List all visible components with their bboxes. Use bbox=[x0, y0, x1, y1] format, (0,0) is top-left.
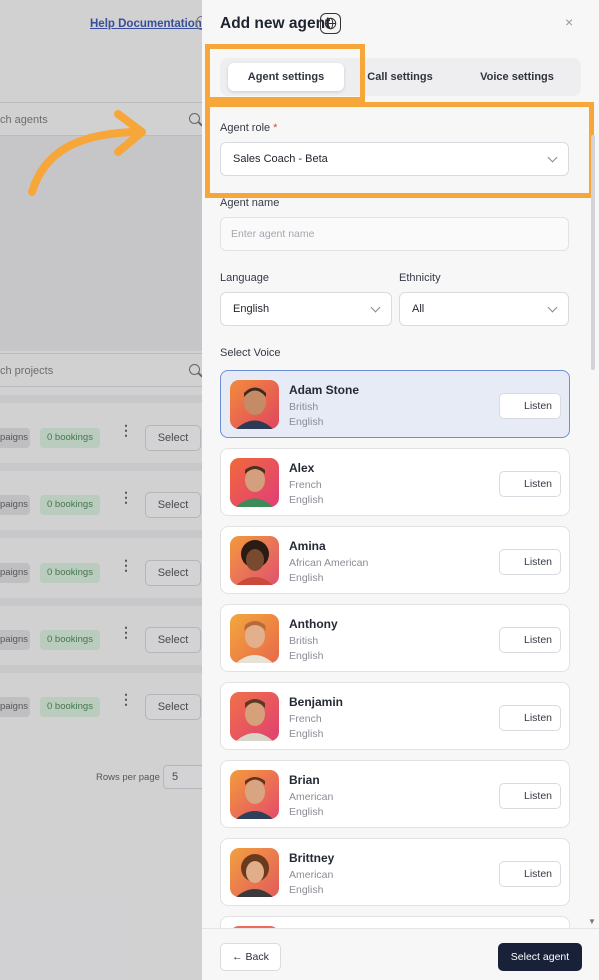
avatar bbox=[230, 536, 279, 585]
voice-card-amina[interactable]: Amina African American English Listen bbox=[220, 526, 570, 594]
voice-accent: French bbox=[289, 713, 322, 725]
close-icon[interactable]: × bbox=[565, 14, 573, 30]
avatar bbox=[230, 380, 279, 429]
voice-card-alex[interactable]: Alex French English Listen bbox=[220, 448, 570, 516]
avatar bbox=[230, 614, 279, 663]
agent-role-select[interactable]: Sales Coach - Beta bbox=[220, 142, 569, 176]
voice-name: Adam Stone bbox=[289, 383, 360, 397]
scrollbar-thumb[interactable] bbox=[591, 135, 595, 370]
voice-language: English bbox=[289, 650, 324, 662]
tab-highlight-box bbox=[205, 44, 365, 102]
required-mark: * bbox=[273, 122, 278, 134]
voice-card-benjamin[interactable]: Benjamin French English Listen bbox=[220, 682, 570, 750]
voice-accent: British bbox=[289, 401, 319, 413]
voice-language: English bbox=[289, 416, 324, 428]
select-agent-button[interactable]: Select agent bbox=[498, 943, 582, 971]
ethnicity-select[interactable]: All bbox=[399, 292, 569, 326]
agent-name-label: Agent name bbox=[220, 197, 280, 209]
listen-button[interactable]: Listen bbox=[499, 471, 561, 497]
avatar bbox=[230, 692, 279, 741]
avatar bbox=[230, 458, 279, 507]
add-agent-drawer: Add new agent × Agent settings Call sett… bbox=[202, 0, 599, 980]
avatar bbox=[230, 770, 279, 819]
avatar bbox=[230, 848, 279, 897]
listen-button[interactable]: Listen bbox=[499, 705, 561, 731]
voice-accent: French bbox=[289, 479, 322, 491]
tab-voice-settings[interactable]: Voice settings bbox=[460, 63, 574, 91]
language-select[interactable]: English bbox=[220, 292, 392, 326]
drawer-footer: ← Back Select agent bbox=[202, 928, 599, 980]
chevron-down-icon bbox=[370, 302, 381, 313]
voice-language: English bbox=[289, 806, 324, 818]
voice-name: Alex bbox=[289, 461, 315, 475]
voice-card-adam-stone[interactable]: Adam Stone British English Listen bbox=[220, 370, 570, 438]
voice-name: Anthony bbox=[289, 617, 338, 631]
listen-button[interactable]: Listen bbox=[499, 861, 561, 887]
scroll-down-icon[interactable]: ▼ bbox=[588, 917, 596, 926]
voice-language: English bbox=[289, 884, 324, 896]
drawer-title: Add new agent bbox=[220, 15, 331, 32]
language-label: Language bbox=[220, 272, 269, 284]
listen-button[interactable]: Listen bbox=[499, 783, 561, 809]
chevron-down-icon bbox=[547, 302, 558, 313]
voice-name: Brian bbox=[289, 773, 320, 787]
voice-card-brittney[interactable]: Brittney American English Listen bbox=[220, 838, 570, 906]
voice-accent: British bbox=[289, 635, 319, 647]
chevron-down-icon bbox=[547, 152, 558, 163]
drawer-header: Add new agent × bbox=[202, 0, 599, 48]
voice-accent: American bbox=[289, 791, 334, 803]
listen-button[interactable]: Listen bbox=[499, 393, 561, 419]
voice-accent: American bbox=[289, 869, 334, 881]
globe-icon[interactable] bbox=[320, 13, 341, 34]
select-voice-label: Select Voice bbox=[220, 347, 281, 359]
voice-name: Amina bbox=[289, 539, 326, 553]
voice-language: English bbox=[289, 494, 324, 506]
back-button[interactable]: ← Back bbox=[220, 943, 281, 971]
voice-card-anthony[interactable]: Anthony British English Listen bbox=[220, 604, 570, 672]
voice-list: Adam Stone British English Listen Alex F… bbox=[220, 368, 570, 928]
voice-language: English bbox=[289, 572, 324, 584]
agent-name-input[interactable]: Enter agent name bbox=[220, 217, 569, 251]
listen-button[interactable]: Listen bbox=[499, 627, 561, 653]
ethnicity-label: Ethnicity bbox=[399, 272, 441, 284]
voice-card-brian[interactable]: Brian American English Listen bbox=[220, 760, 570, 828]
voice-language: English bbox=[289, 728, 324, 740]
voice-accent: African American bbox=[289, 557, 369, 569]
voice-name: Brittney bbox=[289, 851, 335, 865]
voice-card-partial[interactable] bbox=[220, 916, 570, 928]
agent-role-label: Agent role * bbox=[220, 122, 278, 134]
voice-name: Benjamin bbox=[289, 695, 344, 709]
listen-button[interactable]: Listen bbox=[499, 549, 561, 575]
pointer-arrow-icon bbox=[28, 110, 146, 196]
